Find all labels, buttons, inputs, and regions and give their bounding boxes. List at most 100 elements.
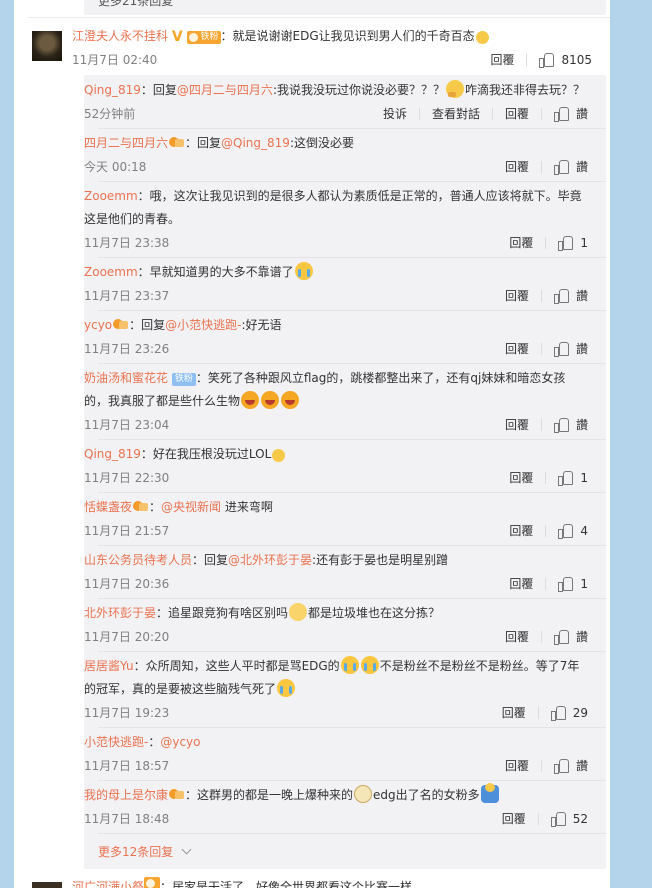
mention-link[interactable]: @央视新闻 [161, 500, 221, 514]
reply-text-line-2: 的，我真服了都是些什么生物 [84, 391, 606, 411]
like-icon[interactable] [553, 342, 569, 357]
reply-text-line-2: 的冠军，真的是要被这些脑残气死了 [84, 679, 606, 699]
like-count[interactable]: 1 [580, 577, 588, 591]
more-replies-link-top[interactable]: 更多21条回复 [98, 0, 173, 9]
reply-button[interactable]: 回覆 [505, 628, 529, 645]
like-icon[interactable] [553, 107, 569, 122]
like-count[interactable]: 8105 [561, 53, 592, 67]
like-count[interactable]: 讚 [576, 757, 588, 774]
reply-actions: 回覆 讚 [505, 416, 588, 433]
like-icon[interactable] [558, 471, 574, 486]
reply-username[interactable]: ycyo [84, 318, 112, 332]
reply-time: 11月7日 21:57 [84, 524, 170, 538]
action-separator [545, 577, 547, 590]
reply-username[interactable]: 我的母上是尔康 [84, 788, 168, 802]
action-separator [537, 706, 539, 719]
main-comment-username[interactable]: 江澄夫人永不挂科 [72, 29, 168, 43]
reply-text: ：众所周知，这些人平时都是骂EDG的 [133, 659, 340, 673]
mention-link[interactable]: @小范快逃跑- [165, 318, 241, 332]
cry-emoji-icon [360, 656, 379, 674]
like-icon[interactable] [558, 524, 574, 539]
like-icon[interactable] [553, 630, 569, 645]
rabbit-emoji-icon [480, 783, 499, 803]
report-button[interactable]: 投诉 [383, 105, 407, 122]
reply-time: 11月7日 19:23 [84, 706, 170, 720]
reply-button[interactable]: 回覆 [490, 51, 514, 68]
like-count[interactable]: 52 [573, 812, 588, 826]
reply-username[interactable]: 恬蝶盏夜 [84, 500, 132, 514]
reply-actions: 回覆 52 [502, 810, 588, 827]
reply-text: ：好在我压根没玩过LOL [140, 447, 272, 461]
reply-time: 11月7日 23:04 [84, 418, 170, 432]
reply-button[interactable]: 回覆 [505, 105, 529, 122]
action-separator [526, 53, 528, 66]
like-icon[interactable] [550, 706, 566, 721]
like-count[interactable]: 讚 [576, 340, 588, 357]
avatar[interactable] [32, 882, 62, 888]
reply-prefix: ： [149, 500, 162, 514]
reply-button[interactable]: 回覆 [505, 757, 529, 774]
like-count[interactable]: 4 [580, 524, 588, 538]
reply-username[interactable]: 小范快逃跑- [84, 735, 148, 749]
reply-username[interactable]: Zooemm [84, 265, 138, 279]
reply-username[interactable]: 四月二与四月六 [84, 136, 168, 150]
reply-divider [98, 651, 606, 652]
reply-button[interactable]: 回覆 [509, 469, 533, 486]
view-dialog-button[interactable]: 查看對話 [432, 105, 480, 122]
avatar[interactable] [32, 31, 62, 61]
reply-text-line: 居居酱Yu：众所周知，这些人平时都是骂EDG的 不是粉丝不是粉丝不是粉丝。等了7年 [84, 656, 606, 676]
mention-link[interactable]: @ycyo [160, 735, 200, 749]
main-comment-text-line: 江澄夫人永不挂科 V 铁粉 ：就是说谢谢EDG让我见识到男人们的千奇百态 [72, 26, 610, 46]
reply-button[interactable]: 回覆 [509, 234, 533, 251]
reply-text-cont: 都是垃圾堆也在这分拣？ [308, 606, 441, 620]
mention-link[interactable]: @北外环彭于晏 [228, 553, 312, 567]
reply-actions: 回覆 1 [509, 469, 588, 486]
reply-actions: 回覆 讚 [505, 628, 588, 645]
like-icon[interactable] [550, 812, 566, 827]
reply-actions: 投诉 查看對話 回覆 讚 [383, 105, 588, 122]
reply-text: :这倒没必要 [289, 136, 354, 150]
reply-time: 52分钟前 [84, 107, 136, 121]
reply-username[interactable]: 居居酱Yu [84, 659, 134, 673]
like-icon[interactable] [553, 160, 569, 175]
like-count[interactable]: 1 [580, 471, 588, 485]
like-icon[interactable] [558, 236, 574, 251]
reply-button[interactable]: 回覆 [505, 340, 529, 357]
reply-button[interactable]: 回覆 [505, 158, 529, 175]
mention-link[interactable]: @Qing_819 [221, 136, 290, 150]
reply-username[interactable]: Qing_819 [84, 83, 141, 97]
reply-text: :还有彭于晏也是明星别蹭 [312, 553, 449, 567]
reply-text: ：笑死了各种跟风立flag的，跳楼都整出来了，还有qj妹妹和暗恋女孩 [195, 371, 566, 385]
reply-username[interactable]: 山东公务员待考人员 [84, 553, 192, 567]
reply-button[interactable]: 回覆 [509, 575, 533, 592]
reply-username[interactable]: 北外环彭于晏 [84, 606, 156, 620]
mention-link[interactable]: @四月二与四月六 [177, 83, 273, 97]
reply-button[interactable]: 回覆 [502, 704, 526, 721]
reply-button[interactable]: 回覆 [505, 287, 529, 304]
reply-button[interactable]: 回覆 [505, 416, 529, 433]
action-separator [540, 160, 542, 173]
reply-username[interactable]: 奶油汤和蜜花花 [84, 371, 168, 385]
like-count[interactable]: 1 [580, 236, 588, 250]
member-badge-icon [133, 500, 149, 512]
like-count[interactable]: 讚 [576, 287, 588, 304]
reply-username[interactable]: Qing_819 [84, 447, 141, 461]
reply-button[interactable]: 回覆 [509, 522, 533, 539]
like-icon[interactable] [539, 53, 555, 68]
like-count[interactable]: 29 [573, 706, 588, 720]
reply-text-line: Zooemm：哦，这次让我见识到的是很多人都认为素质低是正常的，普通人应该将就下… [84, 186, 606, 206]
like-icon[interactable] [553, 759, 569, 774]
like-icon[interactable] [553, 418, 569, 433]
reply-text: :我说我没玩过你说没必要？？？ [272, 83, 445, 97]
like-count[interactable]: 讚 [576, 628, 588, 645]
like-icon[interactable] [558, 577, 574, 592]
next-comment-username[interactable]: 河广河满小祭 [72, 880, 144, 888]
reply-divider [98, 727, 606, 728]
reply-username[interactable]: Zooemm [84, 189, 138, 203]
like-icon[interactable] [553, 289, 569, 304]
like-count[interactable]: 讚 [576, 416, 588, 433]
reply-button[interactable]: 回覆 [502, 810, 526, 827]
like-count[interactable]: 讚 [576, 105, 588, 122]
more-replies-link[interactable]: 更多12条回复 [98, 843, 192, 860]
like-count[interactable]: 讚 [576, 158, 588, 175]
